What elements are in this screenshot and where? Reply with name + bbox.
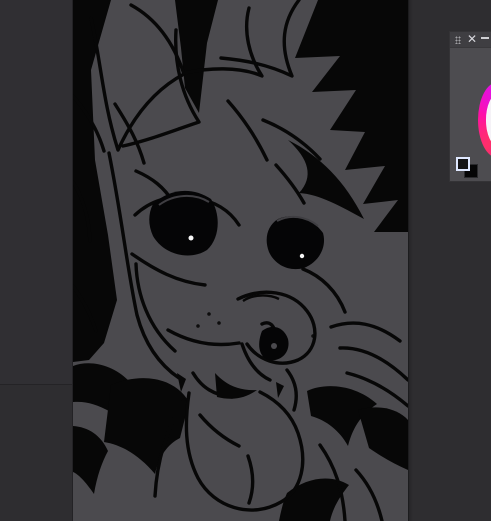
fox-line-art bbox=[73, 0, 408, 521]
color-panel-body bbox=[450, 48, 491, 181]
color-panel-window: ✕ bbox=[449, 31, 491, 182]
drawing-app-window: ✕ bbox=[0, 0, 491, 521]
color-panel-titlebar[interactable]: ✕ bbox=[450, 32, 491, 48]
left-side-panel bbox=[0, 0, 73, 385]
drag-handle-icon[interactable] bbox=[455, 36, 461, 44]
minimize-icon[interactable] bbox=[481, 37, 489, 39]
foreground-color-swatch[interactable] bbox=[456, 157, 470, 171]
canvas-edge-shadow bbox=[408, 0, 413, 521]
close-icon[interactable]: ✕ bbox=[466, 33, 478, 45]
hue-color-wheel[interactable] bbox=[478, 82, 491, 158]
drawing-canvas[interactable] bbox=[73, 0, 408, 521]
